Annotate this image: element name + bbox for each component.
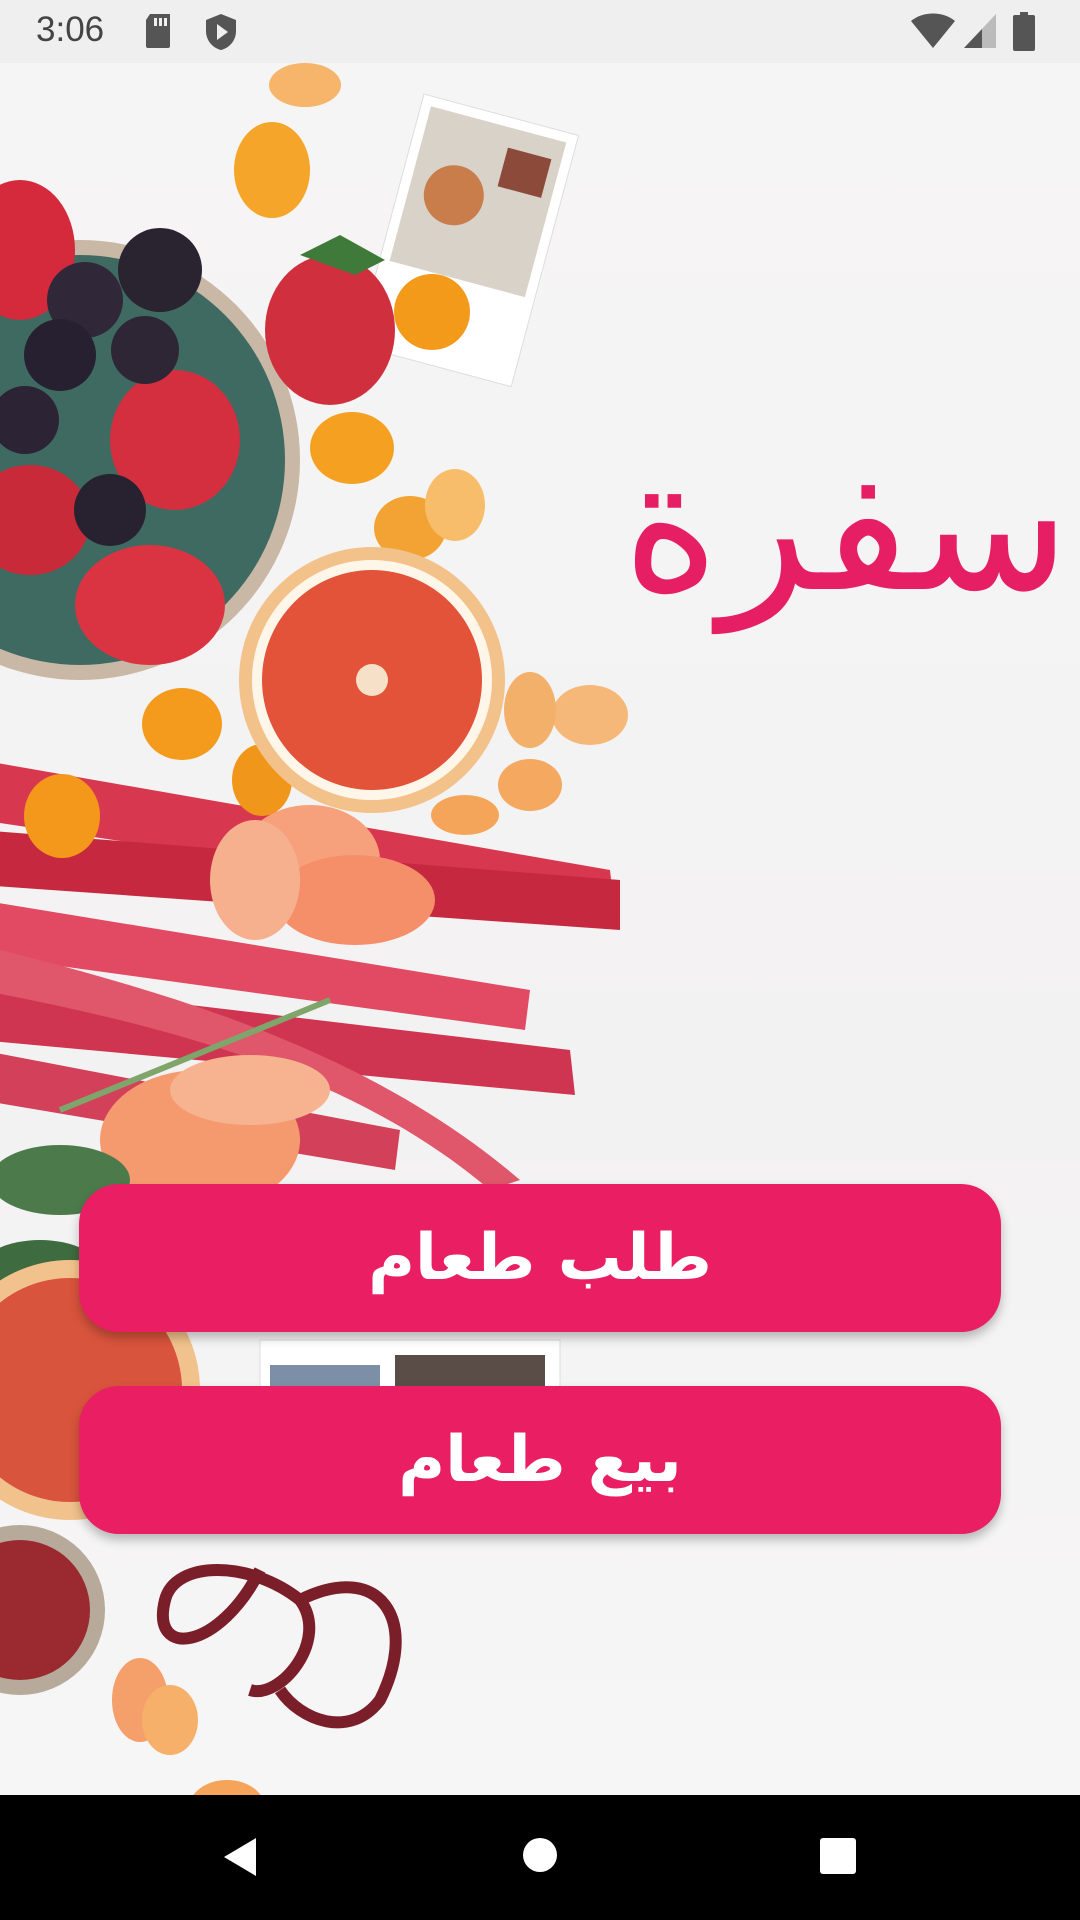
app-title: سفرة xyxy=(622,417,1070,633)
food-background-image xyxy=(0,63,628,1795)
signal-icon xyxy=(964,14,996,48)
sell-food-button[interactable]: بيع طعام xyxy=(79,1386,1001,1534)
order-food-label: طلب طعام xyxy=(368,1221,712,1295)
kumquat xyxy=(234,122,310,218)
blood-orange xyxy=(239,547,505,813)
sd-card-icon xyxy=(146,14,170,48)
app-screen: سفرة طلب طعام بيع طعام xyxy=(0,63,1080,1795)
wifi-icon xyxy=(911,13,955,48)
status-time: 3:06 xyxy=(36,10,105,49)
battery-icon xyxy=(1013,12,1035,51)
order-food-button[interactable]: طلب طعام xyxy=(79,1184,1001,1332)
navigation-bar xyxy=(0,1795,1080,1920)
strawberry xyxy=(265,255,395,405)
back-icon[interactable] xyxy=(218,1835,260,1879)
twine xyxy=(157,1564,316,1698)
play-protect-icon xyxy=(206,14,236,50)
home-icon[interactable] xyxy=(521,1836,559,1874)
recents-icon[interactable] xyxy=(818,1836,858,1876)
sell-food-label: بيع طعام xyxy=(398,1423,682,1497)
berry-bowl xyxy=(0,180,300,680)
status-bar: 3:06 xyxy=(0,0,1080,63)
